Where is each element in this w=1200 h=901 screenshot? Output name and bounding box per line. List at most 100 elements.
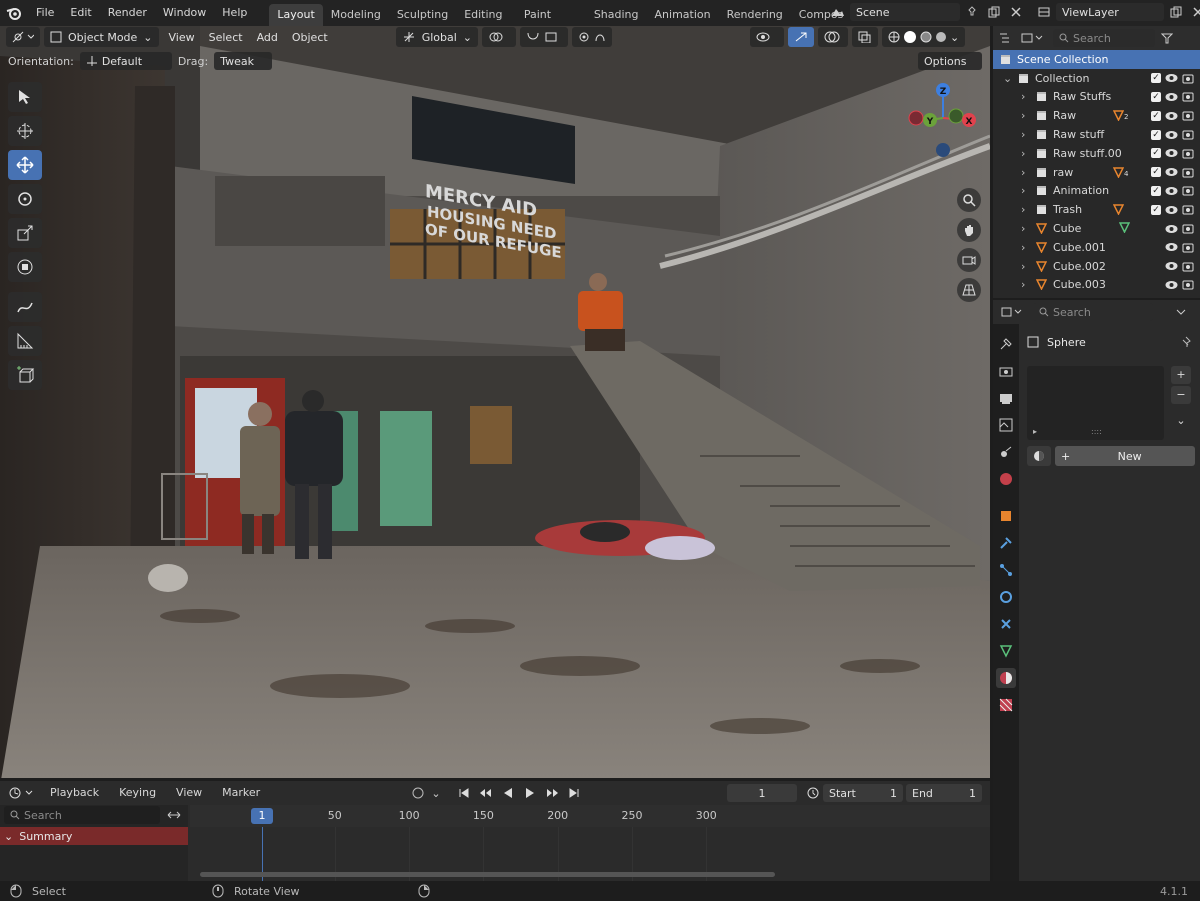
outliner-row[interactable]: › Raw 2 ✓ — [993, 106, 1200, 125]
tool-tab-icon[interactable] — [996, 334, 1016, 354]
particles-tab-icon[interactable] — [996, 560, 1016, 580]
remove-slot-button[interactable]: − — [1171, 386, 1191, 404]
outliner-row[interactable]: › Cube.002 — [993, 257, 1200, 276]
menu-playback[interactable]: Playback — [42, 780, 107, 806]
menu-edit[interactable]: Edit — [62, 0, 99, 26]
menu-marker[interactable]: Marker — [214, 780, 268, 806]
exclude-checkbox[interactable]: ✓ — [1151, 167, 1161, 178]
annotate-tool[interactable] — [8, 292, 42, 322]
tab-shading[interactable]: Shading — [586, 4, 647, 26]
menu-timeline-view[interactable]: View — [168, 780, 210, 806]
jump-end-icon[interactable] — [564, 784, 584, 802]
navigation-gizmo[interactable]: Z Y X — [906, 78, 980, 160]
expand-icon[interactable]: ▸ — [1033, 427, 1037, 436]
tab-modeling[interactable]: Modeling — [323, 4, 389, 26]
new-scene-icon[interactable] — [984, 3, 1004, 21]
playhead-frame-indicator[interactable]: 1 — [251, 808, 273, 824]
perspective-grid-icon[interactable] — [957, 278, 981, 302]
frame-ruler[interactable]: 1 50 100 150 200 250 300 — [190, 805, 990, 827]
render-camera-icon[interactable] — [1182, 73, 1194, 84]
menu-keying[interactable]: Keying — [111, 780, 164, 806]
pan-hand-icon[interactable] — [957, 218, 981, 242]
mode-dropdown[interactable]: Object Mode ⌄ — [44, 27, 159, 47]
display-mode-icon[interactable] — [1019, 29, 1045, 47]
chevron-down-icon[interactable]: ⌄ — [950, 31, 959, 44]
exclude-checkbox[interactable]: ✓ — [1151, 148, 1161, 159]
outliner-row[interactable]: › Trash ✓ — [993, 200, 1200, 219]
3d-viewport[interactable]: MERCY AID HOUSING NEED OF OUR REFUGE Obj… — [0, 26, 990, 778]
visibility-eye-icon[interactable] — [1165, 130, 1178, 140]
preview-range-icon[interactable] — [803, 784, 823, 802]
zoom-icon[interactable] — [957, 188, 981, 212]
current-frame-field[interactable]: 1 — [727, 784, 797, 802]
outliner-row[interactable]: ⌄ Collection ✓ — [993, 69, 1200, 88]
exclude-checkbox[interactable]: ✓ — [1151, 129, 1161, 140]
mesh-data-icon[interactable] — [1118, 221, 1131, 236]
visibility-eye-icon[interactable] — [1165, 148, 1178, 158]
properties-editor-type-icon[interactable] — [999, 303, 1025, 321]
visibility-eye-icon[interactable] — [1165, 73, 1178, 83]
outliner-row[interactable]: Scene Collection — [993, 50, 1200, 69]
exclude-checkbox[interactable]: ✓ — [1151, 110, 1161, 121]
browse-material-button[interactable] — [1027, 446, 1051, 466]
tab-animation[interactable]: Animation — [647, 4, 719, 26]
expand-chevron-right-icon[interactable]: › — [1021, 90, 1025, 103]
drag-dropdown[interactable]: Tweak — [214, 52, 273, 70]
menu-file[interactable]: File — [28, 0, 62, 26]
pin-icon[interactable] — [962, 3, 982, 21]
outliner-row[interactable]: › Cube.001 — [993, 238, 1200, 257]
options-button[interactable]: Options — [918, 52, 982, 70]
outliner-editor-type-icon[interactable] — [997, 29, 1017, 47]
view-layer-selector[interactable]: ViewLayer — [1056, 3, 1164, 21]
timeline-search-field[interactable]: Search — [4, 806, 161, 824]
horizontal-scrollbar[interactable] — [200, 872, 775, 877]
options-chevron-icon[interactable] — [1171, 303, 1191, 321]
menu-help[interactable]: Help — [214, 0, 255, 26]
expand-chevron-right-icon[interactable]: › — [1021, 109, 1025, 122]
render-camera-icon[interactable] — [1182, 261, 1194, 272]
menu-select[interactable]: Select — [203, 31, 249, 44]
delete-view-layer-icon[interactable] — [1188, 3, 1200, 21]
rotate-tool[interactable] — [8, 184, 42, 214]
play-reverse-icon[interactable] — [498, 784, 518, 802]
move-tool[interactable] — [8, 150, 42, 180]
scale-tool[interactable] — [8, 218, 42, 248]
jump-start-icon[interactable] — [454, 784, 474, 802]
render-camera-icon[interactable] — [1182, 223, 1194, 234]
outliner-row[interactable]: › Raw stuff.00 ✓ — [993, 144, 1200, 163]
object-tab-icon[interactable] — [996, 506, 1016, 526]
solid-shading-icon[interactable] — [903, 30, 917, 44]
visibility-eye-icon[interactable] — [1165, 92, 1178, 102]
render-camera-icon[interactable] — [1182, 129, 1194, 140]
filter-icon[interactable] — [1157, 29, 1177, 47]
visibility-eye-icon[interactable] — [1165, 242, 1178, 252]
expand-chevron-right-icon[interactable]: › — [1021, 278, 1025, 291]
world-tab-icon[interactable] — [996, 469, 1016, 489]
view-layer-icon[interactable] — [1034, 3, 1054, 21]
jump-keyframe-back-icon[interactable] — [476, 784, 496, 802]
scene-selector[interactable]: Scene — [850, 3, 960, 21]
visibility-eye-icon[interactable] — [1165, 167, 1178, 177]
menu-object[interactable]: Object — [286, 31, 334, 44]
material-shading-icon[interactable] — [920, 31, 932, 43]
resize-handle[interactable]: :::: — [1091, 427, 1102, 436]
render-camera-icon[interactable] — [1182, 279, 1194, 290]
editor-type-button[interactable] — [6, 27, 40, 47]
select-tool[interactable] — [8, 82, 42, 112]
gizmo-toggle-button[interactable] — [788, 27, 814, 47]
start-frame-field[interactable]: Start 1 — [823, 784, 903, 802]
add-slot-button[interactable]: + — [1171, 366, 1191, 384]
swap-icon[interactable] — [164, 806, 184, 824]
menu-view[interactable]: View — [163, 31, 201, 44]
modifier-tab-icon[interactable] — [996, 533, 1016, 553]
exclude-checkbox[interactable]: ✓ — [1151, 73, 1161, 84]
physics-tab-icon[interactable] — [996, 587, 1016, 607]
expand-chevron-down-icon[interactable]: ⌄ — [1003, 72, 1012, 85]
blender-logo-icon[interactable] — [0, 6, 28, 20]
texture-tab-icon[interactable] — [996, 695, 1016, 715]
visibility-eye-icon[interactable] — [1165, 111, 1178, 121]
visibility-eye-icon[interactable] — [1165, 186, 1178, 196]
material-slot-list[interactable]: ▸ :::: — [1027, 366, 1164, 440]
tab-texture-paint[interactable]: Texture Paint — [516, 0, 586, 26]
tab-uv-editing[interactable]: UV Editing — [456, 0, 516, 26]
